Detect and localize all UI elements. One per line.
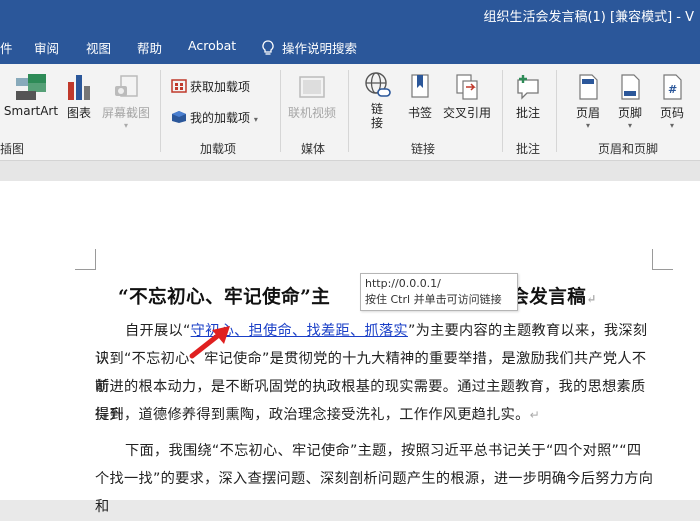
screenshot-button[interactable]: 屏幕截图 ▾	[100, 72, 152, 130]
group-divider	[556, 70, 557, 152]
page-number-icon: #	[663, 74, 682, 100]
addins-cube-icon	[172, 111, 186, 123]
header-button[interactable]: 页眉 ▾	[568, 72, 608, 130]
margin-corner-mark	[652, 249, 673, 270]
footer-icon	[621, 74, 640, 100]
group-divider	[280, 70, 281, 152]
group-divider	[348, 70, 349, 152]
my-addins-caret-icon: ▾	[253, 115, 258, 124]
smartart-label: SmartArt	[3, 104, 59, 118]
page-number-label: 页码	[659, 106, 684, 120]
margin-corner-mark	[75, 249, 96, 270]
tooltip-hint: 按住 Ctrl 并单击可访问链接	[365, 293, 502, 306]
bookmark-button[interactable]: 书签	[404, 72, 436, 121]
store-icon	[171, 79, 187, 93]
paragraph-2: 下面，我围绕“不忘初心、牢记使命”主题，按照习近平总书记关于“四个对照”“四	[125, 443, 642, 459]
svg-text:#: #	[668, 83, 677, 96]
footer-label: 页脚	[617, 106, 642, 120]
chart-button[interactable]: 图表	[62, 72, 96, 121]
bar-chart-icon	[68, 75, 90, 100]
group-label-header-footer: 页眉和页脚	[598, 142, 659, 156]
chart-label: 图表	[66, 106, 91, 120]
menu-review[interactable]: 审阅	[34, 38, 59, 57]
tell-me-label: 操作说明搜索	[282, 41, 358, 56]
screenshot-icon	[115, 75, 138, 97]
smartart-button[interactable]: SmartArt	[2, 72, 60, 118]
link-label: 链接	[371, 102, 384, 130]
group-label-media: 媒体	[301, 142, 326, 156]
menu-file[interactable]: 件	[0, 38, 13, 57]
comment-icon	[517, 75, 539, 100]
ribbon: SmartArt 图表 屏幕截图 ▾ 插图 获取加载项 我的加载项 ▾ 加载项 …	[0, 64, 700, 161]
smartart-icon	[16, 74, 46, 100]
globe-link-icon	[365, 72, 391, 97]
page-number-caret-icon: ▾	[669, 121, 674, 130]
online-video-label: 联机视频	[287, 106, 336, 120]
bookmark-icon	[411, 74, 429, 98]
video-icon	[299, 76, 325, 98]
title-left: “不忘初心、牢记使命”主	[118, 287, 331, 308]
link-button[interactable]: 链接	[358, 70, 396, 130]
page-number-button[interactable]: # 页码 ▾	[652, 72, 692, 130]
menu-acrobat[interactable]: Acrobat	[188, 38, 236, 53]
group-label-links: 链接	[411, 142, 436, 156]
window-title: 组织生活会发言稿(1) [兼容模式] - V	[483, 10, 694, 25]
my-addins-label: 我的加载项	[190, 111, 251, 125]
online-video-button[interactable]: 联机视频	[284, 72, 340, 121]
cross-reference-label: 交叉引用	[442, 106, 491, 120]
screenshot-caret-icon: ▾	[123, 121, 128, 130]
menu-help[interactable]: 帮助	[137, 38, 162, 57]
group-label-addins: 加载项	[200, 142, 237, 156]
tooltip-url: http://0.0.0.1/	[365, 277, 441, 290]
header-icon	[579, 74, 598, 100]
footer-button[interactable]: 页脚 ▾	[610, 72, 650, 130]
group-label-illustrations: 插图	[0, 142, 25, 156]
hyperlink-tooltip: http://0.0.0.1/ 按住 Ctrl 并单击可访问链接	[360, 273, 518, 311]
tell-me-search[interactable]: 操作说明搜索	[262, 38, 357, 57]
group-label-comments: 批注	[516, 142, 541, 156]
get-addins-label: 获取加载项	[190, 80, 251, 94]
header-caret-icon: ▾	[585, 121, 590, 130]
title-bar: 组织生活会发言稿(1) [兼容模式] - V 件 审阅 视图 帮助 Acroba…	[0, 0, 700, 64]
footer-caret-icon: ▾	[627, 121, 632, 130]
group-divider	[160, 70, 161, 152]
paragraph-line: 个找一找”的要求，深入查摆问题、深刻剖析问题产生的根源，进一步明确今后努力方向和	[95, 471, 654, 515]
lightbulb-icon	[262, 40, 274, 55]
get-addins-button[interactable]: 获取加载项	[171, 78, 250, 95]
paragraph-mark: ↵	[529, 408, 540, 422]
document-page[interactable]: “不忘初心、牢记使命”主 生活会发言稿↵ 自开展以“守初心、担使命、找差距、抓落实…	[0, 181, 700, 515]
menu-view[interactable]: 视图	[86, 38, 111, 57]
comment-label: 批注	[515, 106, 540, 120]
group-divider	[502, 70, 503, 152]
screenshot-label: 屏幕截图	[101, 106, 150, 120]
my-addins-button[interactable]: 我的加载项 ▾	[171, 109, 258, 126]
new-comment-button[interactable]: 批注	[510, 72, 546, 121]
cross-reference-button[interactable]: 交叉引用	[440, 72, 494, 121]
bookmark-label: 书签	[407, 106, 432, 120]
paragraph-line: 提升，道德修养得到熏陶，政治理念接受洗礼，工作作风更趋扎实。↵	[95, 401, 655, 429]
document-gap	[0, 161, 700, 181]
red-arrow-annotation	[189, 326, 230, 359]
p1-text: 自开展以“	[125, 323, 191, 339]
document-title: “不忘初心、牢记使命”主 生活会发言稿↵	[118, 283, 597, 309]
header-label: 页眉	[575, 106, 600, 120]
cross-reference-icon	[456, 74, 478, 100]
p4-text: 提升，道德修养得到熏陶，政治理念接受洗礼，工作作风更趋扎实。	[95, 407, 530, 423]
paragraph-mark: ↵	[586, 292, 597, 306]
